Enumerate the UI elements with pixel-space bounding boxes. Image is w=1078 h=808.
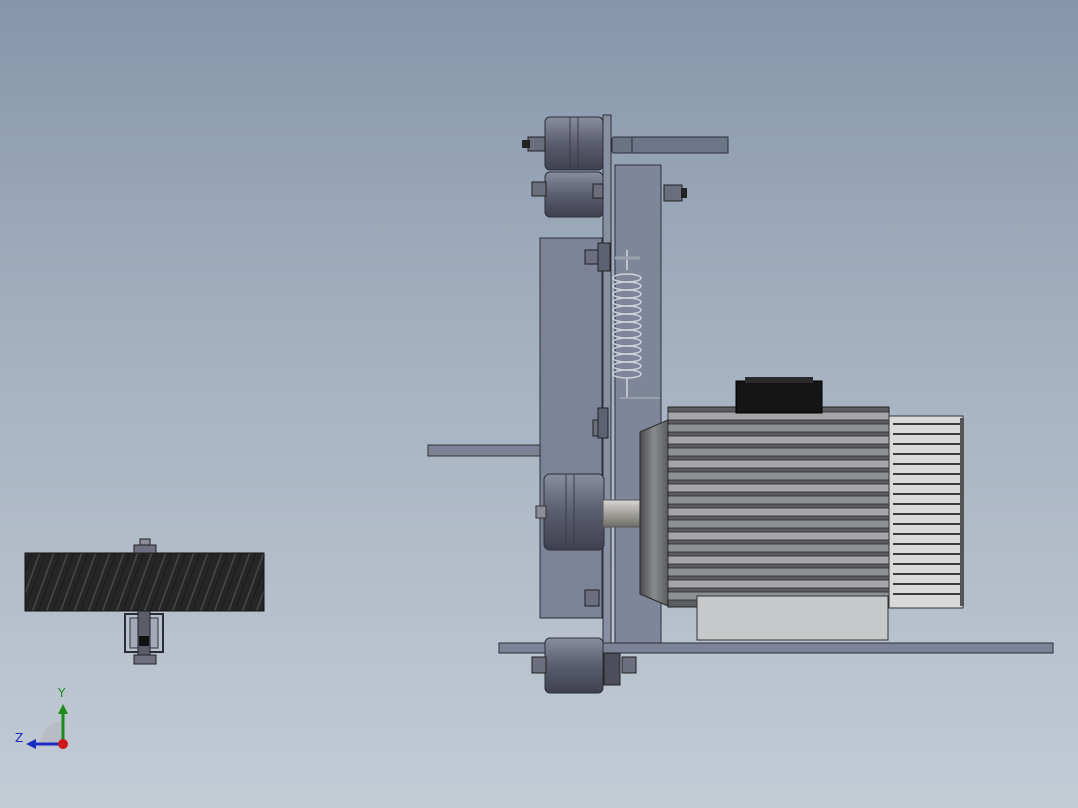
bolt-2-stem [597,407,609,439]
motor-fan-cover[interactable] [888,415,964,609]
terminal-box-lid [745,377,813,383]
motor-mounting-foot [696,595,889,641]
x-axis-dot [58,739,68,749]
triad-y-label: Y [58,686,66,700]
bottom-nut [133,654,157,665]
motor-terminal-box[interactable] [735,380,823,414]
z-axis-arrowhead [26,739,36,749]
motor-front-flange [639,419,669,607]
contact-wheel-side-view[interactable] [24,538,265,665]
top-idler-wheel[interactable] [522,116,604,171]
tool-rest-arm[interactable] [427,444,544,457]
bolt-1-stem [597,242,611,272]
cad-viewport[interactable]: Y Z [0,0,1078,808]
drive-wheel[interactable] [535,473,605,551]
tension-handle-grip [631,136,729,154]
coordinate-triad [26,704,68,749]
bolt-3 [584,589,600,607]
belt-grinder-assembly[interactable] [427,114,1054,694]
rubber-wheel-rim[interactable] [24,552,265,612]
y-axis-arrowhead [58,704,68,714]
axle-bolt [137,610,151,656]
top-nut [133,544,157,554]
model-graphics[interactable] [0,0,1078,808]
motor-shaft [602,499,644,528]
electric-motor[interactable] [639,377,964,641]
top-bolt-head [139,538,151,546]
triad-z-label: Z [15,731,24,745]
vertical-bar [602,114,612,646]
bolt-1 [584,249,600,265]
axle-spring-icon [139,636,149,646]
